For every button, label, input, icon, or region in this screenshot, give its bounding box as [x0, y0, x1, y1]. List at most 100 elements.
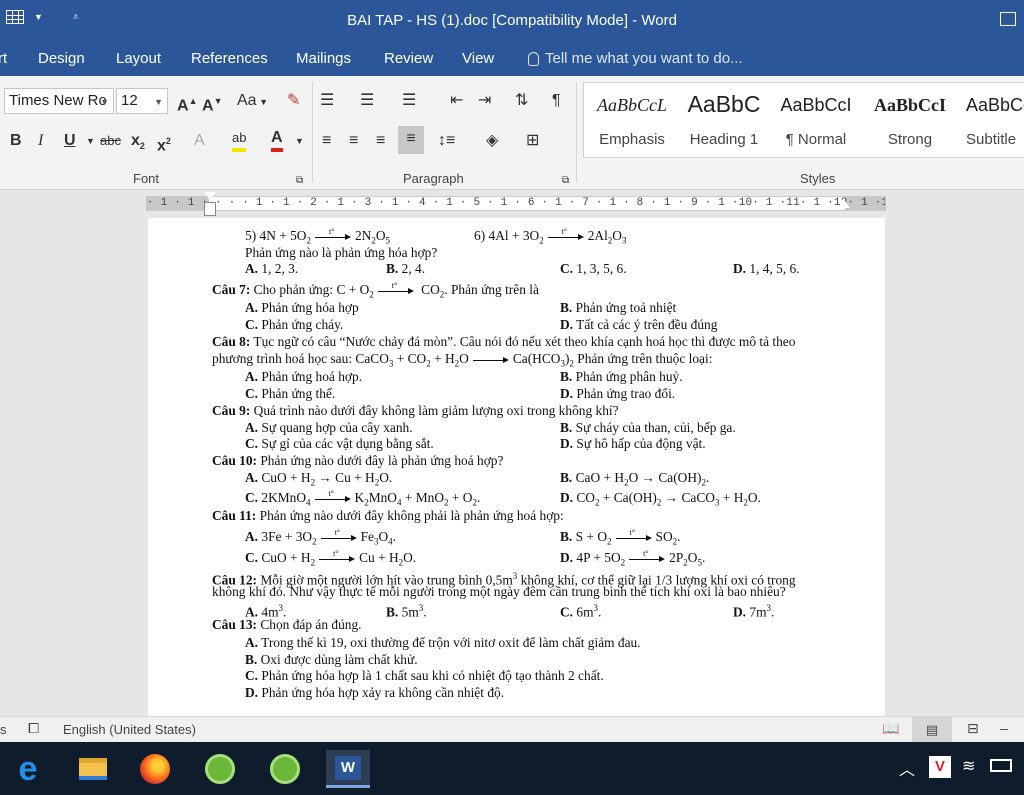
tab-layout[interactable]: Layout	[116, 50, 161, 67]
battery-icon[interactable]	[990, 759, 1012, 772]
line-spacing-icon[interactable]: ↕≡	[438, 128, 455, 154]
window-title: BAI TAP - HS (1).doc [Compatibility Mode…	[347, 12, 677, 29]
clear-formatting-icon[interactable]: ✎	[287, 88, 300, 114]
bold-button[interactable]: B	[10, 128, 22, 154]
print-layout-icon[interactable]: ▤	[912, 717, 952, 742]
chevron-down-icon: ▼	[100, 97, 109, 107]
font-name-combo[interactable]: Times New Ro ▼	[4, 88, 114, 114]
heat-arrow: t°	[547, 227, 584, 242]
web-layout-icon[interactable]: ⊟	[967, 720, 979, 737]
italic-button[interactable]: I	[38, 128, 43, 154]
question-text: Phản ứng nào là phản ứng hóa hợp?	[245, 245, 438, 260]
answer-option: B. Phản ứng phân huỷ.	[560, 369, 683, 384]
tell-me-text: Tell me what you want to do...	[545, 50, 743, 67]
tab-design[interactable]: Design	[38, 50, 85, 67]
reaction-5-left: 5) 4N + 5O	[245, 228, 307, 243]
answer-option: C. Phản ứng cháy.	[245, 317, 344, 332]
answer-option: C. Phản ứng thế.	[245, 386, 336, 401]
style-name: Heading 1	[689, 131, 759, 148]
answer-option: B. Oxi được dùng làm chất khử.	[245, 652, 418, 667]
answer-option: D. CO2 + Ca(OH)2 → CaCO3 + H2O.	[560, 490, 761, 508]
file-explorer-icon[interactable]	[71, 750, 115, 788]
taskbar: e W ︿ V ≋	[0, 742, 1024, 795]
wifi-icon[interactable]: ≋	[962, 756, 975, 776]
change-case-label: Aa	[237, 92, 257, 109]
answer-option: B. CaO + H2O → Ca(OH)2.	[560, 470, 710, 488]
increase-indent-icon[interactable]: ⇥	[478, 88, 491, 114]
answer-option: A. Phản ứng hoá hợp.	[245, 369, 363, 384]
language-indicator[interactable]: English (United States)	[63, 722, 196, 737]
question-10: Câu 10: Phản ứng nào dưới đây là phản ứn…	[212, 453, 504, 468]
borders-icon[interactable]: ⊞	[526, 128, 539, 154]
firefox-icon[interactable]	[133, 750, 177, 788]
vietkey-icon[interactable]: V	[929, 756, 951, 778]
highlight-color-button[interactable]: ab	[232, 128, 247, 152]
answer-option: D. Phản ứng hóa hợp xảy ra không cần nhi…	[245, 685, 505, 700]
font-group-label: Font	[133, 171, 160, 186]
shading-icon[interactable]: ◈	[486, 128, 498, 154]
underline-dropdown-icon[interactable]: ▼	[86, 128, 95, 154]
question-13: Câu 13: Chọn đáp án đúng.	[212, 617, 362, 632]
style-name: Emphasis	[599, 131, 665, 148]
style-heading-1[interactable]: AaBbC Heading 1	[678, 83, 770, 157]
ribbon-display-options-icon[interactable]	[1000, 12, 1016, 26]
show-formatting-marks-icon[interactable]: ¶	[552, 88, 561, 114]
tab-references[interactable]: References	[191, 50, 268, 67]
font-size-combo[interactable]: 12 ▼	[116, 88, 168, 114]
answer-option: C. 6m3.	[560, 603, 602, 620]
status-bar: s ⧠ English (United States) 📖 ▤ ⊟ –	[0, 716, 1024, 742]
edge-icon[interactable]: e	[6, 750, 50, 788]
first-line-indent-marker[interactable]	[204, 192, 216, 200]
chevron-up-icon[interactable]: ︿	[899, 756, 915, 780]
decrease-indent-icon[interactable]: ⇤	[450, 88, 463, 114]
answer-option: D. 1, 4, 5, 6.	[733, 261, 800, 276]
styles-gallery: AaBbCcL Emphasis AaBbC Heading 1 AaBbCcI…	[583, 82, 1024, 158]
font-color-button[interactable]: A	[271, 128, 283, 152]
strikethrough-button[interactable]: abc	[100, 128, 121, 154]
numbering-button[interactable]: ☰	[360, 88, 374, 114]
answer-option: C. Phản ứng hóa hợp là 1 chất sau khi có…	[245, 668, 604, 683]
justify-icon[interactable]: ≡	[398, 126, 424, 154]
document-page[interactable]: 5) 4N + 5O2 t° 2N2O5 6) 4Al + 3O2 t° 2Al2O3 …	[148, 218, 885, 716]
style-subtitle[interactable]: AaBbCc Subtitle	[956, 83, 1024, 157]
proofing-icon[interactable]: ⧠	[28, 720, 39, 737]
answer-option: D. 7m3.	[733, 603, 775, 620]
answer-option: A. CuO + H2 → Cu + H2O.	[245, 470, 393, 488]
hanging-indent-marker[interactable]	[204, 202, 216, 216]
multilevel-list-button[interactable]: ☰	[402, 88, 416, 114]
sort-icon[interactable]: ⇅	[515, 88, 528, 114]
ribbon: Times New Ro ▼ 12 ▼ A▲ A▼ Aa ▼ ✎ B I U ▼…	[0, 76, 1024, 190]
align-center-icon[interactable]: ≡	[349, 128, 358, 154]
app-icon-green-2[interactable]	[263, 750, 307, 788]
read-mode-icon[interactable]: 📖	[882, 720, 899, 737]
answer-option: D. Tất cả các ý trên đều đúng	[560, 317, 718, 332]
style-normal[interactable]: AaBbCcI ¶ Normal	[770, 83, 862, 157]
zoom-out-icon[interactable]: –	[1000, 720, 1008, 736]
status-text-partial: s	[0, 722, 7, 737]
tab-view[interactable]: View	[462, 50, 494, 67]
align-right-icon[interactable]: ≡	[376, 128, 385, 154]
text-effects-button[interactable]: A	[194, 128, 205, 154]
app-icon-green-1[interactable]	[198, 750, 242, 788]
tell-me-box[interactable]: Tell me what you want to do...	[528, 50, 743, 67]
subscript-button[interactable]: x2	[131, 128, 145, 154]
tab-review[interactable]: Review	[384, 50, 433, 67]
tab-insert-partial[interactable]: rt	[0, 50, 7, 67]
word-taskbar-icon[interactable]: W	[326, 750, 370, 788]
answer-option: D. Phản ứng trao đổi.	[560, 386, 676, 401]
horizontal-ruler[interactable]: · 1 · 1 · · · · 1 · 1 · 2 · 1 · 3 · 1 · …	[146, 196, 886, 211]
style-strong[interactable]: AaBbCcI Strong	[864, 83, 956, 157]
superscript-button[interactable]: x2	[157, 128, 171, 154]
heat-arrow: t°	[314, 227, 351, 242]
grow-font-button[interactable]: A▲	[177, 88, 197, 114]
change-case-button[interactable]: Aa ▼	[237, 88, 268, 114]
tab-mailings[interactable]: Mailings	[296, 50, 351, 67]
underline-button[interactable]: U	[64, 128, 76, 154]
shrink-font-button[interactable]: A▼	[202, 88, 222, 114]
right-indent-marker[interactable]	[838, 200, 850, 208]
font-color-dropdown-icon[interactable]: ▼	[295, 128, 304, 154]
align-left-icon[interactable]: ≡	[322, 128, 331, 154]
bullets-button[interactable]: ☰	[320, 88, 334, 114]
document-area: 5) 4N + 5O2 t° 2N2O5 6) 4Al + 3O2 t° 2Al2O3 …	[0, 218, 1024, 716]
style-emphasis[interactable]: AaBbCcL Emphasis	[586, 83, 678, 157]
